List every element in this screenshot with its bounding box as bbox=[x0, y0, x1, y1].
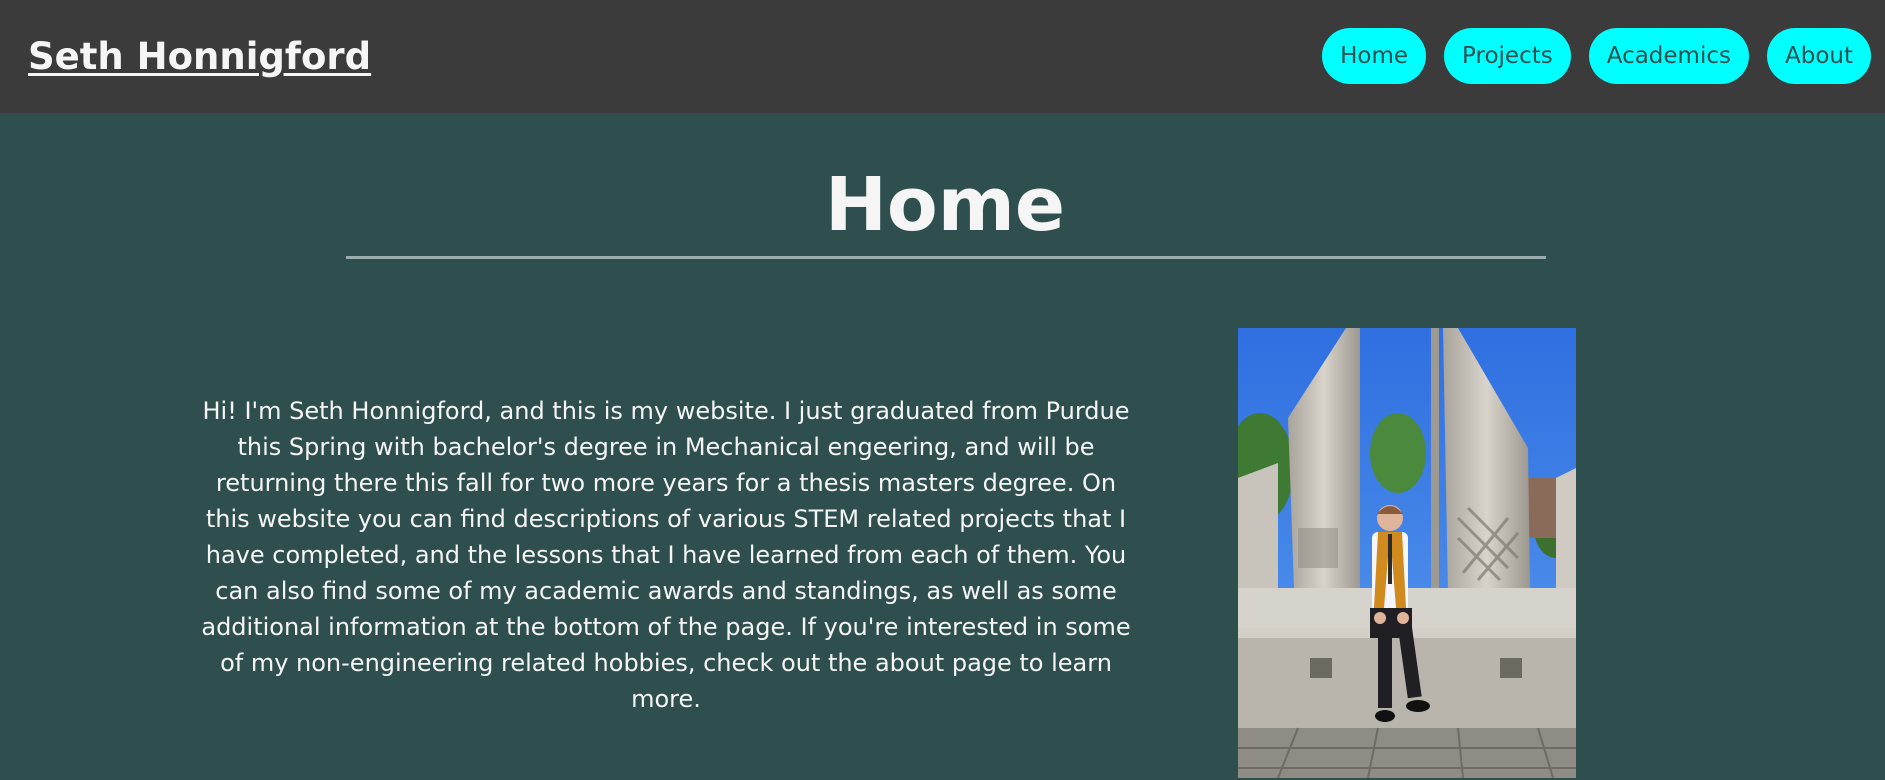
profile-photo bbox=[1238, 328, 1576, 778]
site-header: Seth Honnigford Home Projects Academics … bbox=[0, 0, 1885, 113]
nav-about-button[interactable]: About bbox=[1766, 28, 1871, 84]
site-title-link[interactable]: Seth Honnigford bbox=[28, 36, 371, 78]
page-title: Home bbox=[824, 162, 1066, 248]
title-divider bbox=[346, 256, 1546, 259]
intro-paragraph: Hi! I'm Seth Honnigford, and this is my … bbox=[201, 397, 1131, 713]
nav-projects-button[interactable]: Projects bbox=[1444, 28, 1571, 84]
nav-home-button[interactable]: Home bbox=[1322, 28, 1427, 84]
graduation-photo-illustration bbox=[1238, 328, 1576, 778]
main-nav: Home Projects Academics About bbox=[1322, 28, 1871, 84]
nav-academics-button[interactable]: Academics bbox=[1588, 28, 1749, 84]
